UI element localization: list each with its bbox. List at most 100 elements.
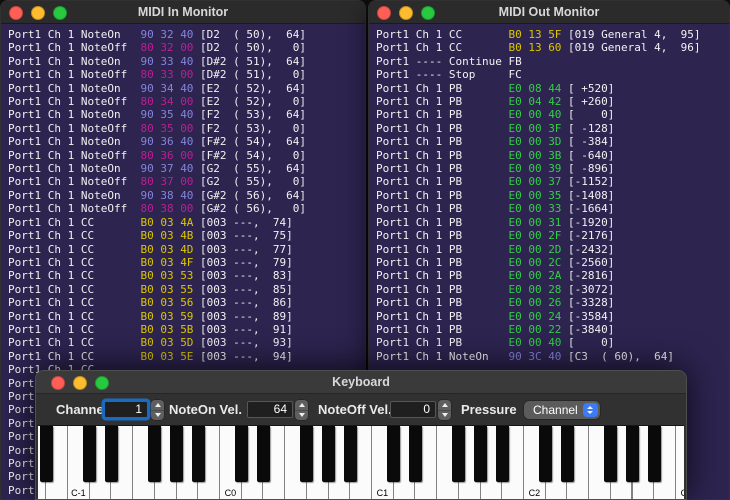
log-row: Port1 Ch 1 CC B0 03 4A [003 ---, 74] bbox=[8, 215, 293, 229]
stepper-up-icon[interactable] bbox=[151, 400, 164, 411]
log-row: Port1 Ch 1 PB E0 00 40 [ 0] bbox=[376, 108, 615, 122]
close-button[interactable] bbox=[51, 376, 65, 390]
octave-label: C3 bbox=[676, 488, 684, 498]
black-key[interactable] bbox=[387, 426, 401, 482]
black-key[interactable] bbox=[343, 426, 357, 482]
black-key[interactable] bbox=[39, 426, 53, 482]
log-row: Port1 Ch 1 CC B0 13 60 [019 General 4, 9… bbox=[376, 41, 701, 55]
traffic-lights bbox=[377, 6, 435, 20]
channel-field[interactable]: 1 bbox=[104, 401, 148, 418]
piano-keyboard: C-1 C0 C1 C2 C3 bbox=[38, 425, 684, 499]
pressure-dropdown[interactable]: Channel bbox=[524, 401, 600, 419]
octave-label: C1 bbox=[376, 488, 389, 498]
log-row: Port1 ---- Stop FC bbox=[376, 68, 522, 82]
minimize-button[interactable] bbox=[399, 6, 413, 20]
log-row: Port1 Ch 1 CC B0 03 4D [003 ---, 77] bbox=[8, 242, 293, 256]
window-title: MIDI Out Monitor bbox=[498, 5, 600, 19]
log-row: Port1 Ch 1 NoteOn 90 32 40 [D2 ( 50), 64… bbox=[8, 28, 307, 41]
log-row: Port1 Ch 1 PB E0 00 24 [-3584] bbox=[376, 309, 615, 323]
log-row: Port1 Ch 1 PB E0 00 33 [-1664] bbox=[376, 202, 615, 216]
black-key[interactable] bbox=[539, 426, 553, 482]
minimize-button[interactable] bbox=[73, 376, 87, 390]
noteon-vel-field[interactable]: 64 bbox=[247, 401, 293, 418]
black-key[interactable] bbox=[474, 426, 488, 482]
log-row: Port1 Ch 1 NoteOn 90 38 40 [G#2 ( 56), 6… bbox=[8, 188, 307, 202]
channel-stepper[interactable] bbox=[151, 400, 164, 420]
stepper-up-icon[interactable] bbox=[438, 400, 451, 411]
zoom-button[interactable] bbox=[53, 6, 67, 20]
black-key[interactable] bbox=[83, 426, 97, 482]
black-key[interactable] bbox=[604, 426, 618, 482]
close-button[interactable] bbox=[9, 6, 23, 20]
black-key[interactable] bbox=[256, 426, 270, 482]
black-key[interactable] bbox=[560, 426, 574, 482]
stepper-down-icon[interactable] bbox=[295, 411, 308, 421]
black-key[interactable] bbox=[626, 426, 640, 482]
octave-label: C-1 bbox=[71, 488, 86, 498]
log-row: Port1 Ch 1 PB E0 00 28 [-3072] bbox=[376, 282, 615, 296]
keyboard-controls: Channel 1 NoteOn Vel. 64 NoteOff Vel. 0 … bbox=[36, 394, 686, 426]
keyboard-window: Keyboard Channel 1 NoteOn Vel. 64 NoteOf… bbox=[35, 370, 687, 500]
log-row: Port1 Ch 1 CC B0 03 53 [003 ---, 83] bbox=[8, 269, 293, 283]
black-key[interactable] bbox=[495, 426, 509, 482]
noteoff-vel-label: NoteOff Vel. bbox=[318, 402, 392, 417]
log-row: Port1 Ch 1 CC B0 03 5D [003 ---, 93] bbox=[8, 336, 293, 350]
noteoff-vel-field[interactable]: 0 bbox=[390, 401, 436, 418]
black-key[interactable] bbox=[235, 426, 249, 482]
minimize-button[interactable] bbox=[31, 6, 45, 20]
log-row: Port1 Ch 1 CC B0 03 55 [003 ---, 85] bbox=[8, 282, 293, 296]
close-button[interactable] bbox=[377, 6, 391, 20]
stepper-down-icon[interactable] bbox=[438, 411, 451, 421]
log-row: Port1 Ch 1 PB E0 00 39 [ -896] bbox=[376, 162, 615, 176]
octave-label: C2 bbox=[528, 488, 541, 498]
black-key[interactable] bbox=[104, 426, 118, 482]
log-row: Port1 Ch 1 PB E0 08 44 [ +520] bbox=[376, 81, 615, 95]
log-row: Port1 Ch 1 CC B0 03 4F [003 ---, 79] bbox=[8, 255, 293, 269]
black-key[interactable] bbox=[452, 426, 466, 482]
log-row: Port1 Ch 1 PB E0 00 3B [ -640] bbox=[376, 148, 615, 162]
window-title: MIDI In Monitor bbox=[137, 5, 229, 19]
log-row: Port1 Ch 1 NoteOn 90 33 40 [D#2 ( 51), 6… bbox=[8, 54, 307, 68]
channel-label: Channel bbox=[56, 402, 108, 417]
noteon-vel-stepper[interactable] bbox=[295, 400, 308, 420]
log-row: Port1 Ch 1 PB E0 00 26 [-3328] bbox=[376, 296, 615, 310]
log-row: Port1 Ch 1 PB E0 00 3D [ -384] bbox=[376, 135, 615, 149]
log-row: Port1 Ch 1 NoteOn 90 37 40 [G2 ( 55), 64… bbox=[8, 162, 307, 176]
midi-in-titlebar[interactable]: MIDI In Monitor bbox=[1, 1, 365, 24]
log-row: Port1 Ch 1 PB E0 00 2C [-2560] bbox=[376, 255, 615, 269]
black-key[interactable] bbox=[191, 426, 205, 482]
stepper-up-icon[interactable] bbox=[295, 400, 308, 411]
log-row: Port1 Ch 1 NoteOff 80 34 00 [E2 ( 52), 0… bbox=[8, 95, 307, 109]
black-key[interactable] bbox=[322, 426, 336, 482]
keyboard-titlebar[interactable]: Keyboard bbox=[36, 371, 686, 394]
stepper-down-icon[interactable] bbox=[151, 411, 164, 421]
pressure-label: Pressure bbox=[461, 402, 517, 417]
black-key[interactable] bbox=[408, 426, 422, 482]
log-row: Port1 Ch 1 NoteOn 90 36 40 [F#2 ( 54), 6… bbox=[8, 135, 307, 149]
zoom-button[interactable] bbox=[421, 6, 435, 20]
log-row: Port1 Ch 1 NoteOff 80 37 00 [G2 ( 55), 0… bbox=[8, 175, 307, 189]
noteoff-vel-stepper[interactable] bbox=[438, 400, 451, 420]
log-row: Port1 Ch 1 NoteOn 90 3C 40 [C3 ( 60), 64… bbox=[376, 349, 675, 363]
traffic-lights bbox=[51, 376, 109, 390]
log-row: Port1 Ch 1 PB E0 00 2A [-2816] bbox=[376, 269, 615, 283]
log-row: Port1 Ch 1 NoteOff 80 32 00 [D2 ( 50), 0… bbox=[8, 41, 307, 55]
log-row: Port1 Ch 1 CC B0 03 56 [003 ---, 86] bbox=[8, 296, 293, 310]
midi-out-titlebar[interactable]: MIDI Out Monitor bbox=[369, 1, 729, 24]
black-key[interactable] bbox=[300, 426, 314, 482]
log-row: Port1 ---- Continue FB bbox=[376, 54, 522, 68]
log-row: Port1 Ch 1 NoteOff 80 36 00 [F#2 ( 54), … bbox=[8, 148, 307, 162]
black-key[interactable] bbox=[647, 426, 661, 482]
noteon-vel-label: NoteOn Vel. bbox=[169, 402, 242, 417]
log-row: Port1 Ch 1 NoteOff 80 33 00 [D#2 ( 51), … bbox=[8, 68, 307, 82]
popup-chevrons-icon bbox=[582, 403, 598, 417]
log-row: Port1 Ch 1 NoteOff 80 35 00 [F2 ( 53), 0… bbox=[8, 121, 307, 135]
zoom-button[interactable] bbox=[95, 376, 109, 390]
traffic-lights bbox=[9, 6, 67, 20]
log-row: Port1 Ch 1 PB E0 00 22 [-3840] bbox=[376, 322, 615, 336]
log-row: Port1 Ch 1 PB E0 00 2F [-2176] bbox=[376, 229, 615, 243]
log-row: Port1 Ch 1 NoteOff 80 38 00 [G#2 ( 56), … bbox=[8, 202, 307, 216]
black-key[interactable] bbox=[148, 426, 162, 482]
log-row: Port1 Ch 1 NoteOn 90 34 40 [E2 ( 52), 64… bbox=[8, 81, 307, 95]
black-key[interactable] bbox=[170, 426, 184, 482]
